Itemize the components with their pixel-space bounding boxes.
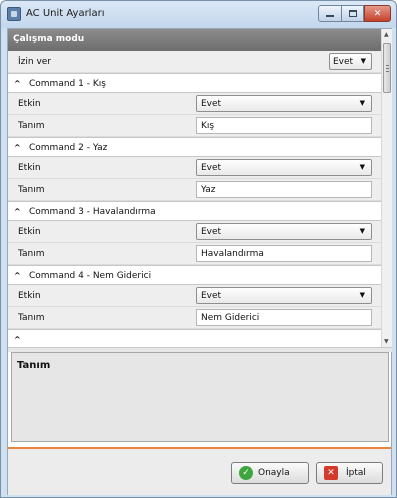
name-row: Tanım Nem Giderici (8, 307, 381, 329)
name-value: Yaz (201, 185, 216, 195)
category-label: Çalışma modu (13, 34, 85, 44)
maximize-button[interactable] (342, 5, 364, 22)
dialog-window: AC Unit Ayarları ✕ Çalışma modu İzin ver… (0, 0, 397, 498)
enabled-label: Etkin (18, 99, 41, 109)
group-header-partial[interactable]: ^ (8, 329, 381, 347)
chevron-down-icon: ▼ (359, 99, 365, 107)
title-bar[interactable]: AC Unit Ayarları ✕ (1, 1, 396, 28)
ok-button[interactable]: ✓ Onayla (231, 462, 309, 484)
enabled-row: Etkin Evet ▼ (8, 221, 381, 243)
group-title: Command 2 - Yaz (29, 143, 108, 153)
enabled-select[interactable]: Evet ▼ (196, 223, 372, 240)
permission-select[interactable]: Evet ▼ (329, 53, 372, 70)
name-input[interactable]: Kış (196, 117, 372, 134)
close-icon: ✕ (373, 8, 382, 19)
name-value: Kış (201, 121, 215, 131)
group-title: Command 4 - Nem Giderici (29, 271, 152, 281)
cancel-button-label: İptal (346, 468, 366, 478)
enabled-value: Evet (201, 163, 222, 173)
chevron-down-icon: ▼ (359, 227, 365, 235)
enabled-row: Etkin Evet ▼ (8, 93, 381, 115)
collapse-caret-icon: ^ (14, 271, 21, 280)
enabled-label: Etkin (18, 291, 41, 301)
dialog-client-area: Çalışma modu İzin ver Evet ▼ ^ Command 1 … (7, 28, 392, 495)
group-title: Command 3 - Havalandırma (29, 207, 156, 217)
enabled-label: Etkin (18, 227, 41, 237)
name-input[interactable]: Yaz (196, 181, 372, 198)
permission-label: İzin ver (18, 57, 52, 67)
close-button[interactable]: ✕ (364, 5, 391, 22)
group-header-command-2[interactable]: ^ Command 2 - Yaz (8, 137, 381, 157)
group-header-command-1[interactable]: ^ Command 1 - Kış (8, 73, 381, 93)
dialog-footer: ✓ Onayla ✕ İptal (8, 447, 391, 495)
enabled-value: Evet (201, 227, 222, 237)
group-header-command-3[interactable]: ^ Command 3 - Havalandırma (8, 201, 381, 221)
enabled-row: Etkin Evet ▼ (8, 157, 381, 179)
enabled-value: Evet (201, 99, 222, 109)
enabled-value: Evet (201, 291, 222, 301)
enabled-label: Etkin (18, 163, 41, 173)
enabled-row: Etkin Evet ▼ (8, 285, 381, 307)
permission-row: İzin ver Evet ▼ (8, 51, 381, 73)
cancel-button[interactable]: ✕ İptal (316, 462, 383, 484)
ok-button-label: Onayla (258, 468, 290, 478)
collapse-caret-icon: ^ (14, 143, 21, 152)
scroll-down-icon[interactable]: ▼ (384, 338, 389, 345)
minimize-icon (326, 15, 334, 17)
description-panel: Tanım (11, 352, 389, 442)
grip-line (386, 71, 389, 72)
enabled-select[interactable]: Evet ▼ (196, 287, 372, 304)
name-row: Tanım Havalandırma (8, 243, 381, 265)
chevron-down-icon: ▼ (359, 163, 365, 171)
cancel-icon: ✕ (324, 466, 338, 480)
name-label: Tanım (18, 185, 45, 195)
collapse-caret-icon: ^ (14, 79, 21, 88)
window-title: AC Unit Ayarları (26, 8, 105, 19)
name-value: Nem Giderici (201, 313, 260, 323)
name-input[interactable]: Havalandırma (196, 245, 372, 262)
group-title: Command 1 - Kış (29, 79, 106, 89)
enabled-select[interactable]: Evet ▼ (196, 95, 372, 112)
name-label: Tanım (18, 121, 45, 131)
name-label: Tanım (18, 249, 45, 259)
name-input[interactable]: Nem Giderici (196, 309, 372, 326)
name-label: Tanım (18, 313, 45, 323)
minimize-button[interactable] (318, 5, 342, 22)
maximize-icon (348, 10, 357, 17)
checkmark-icon: ✓ (239, 466, 253, 480)
chevron-down-icon: ▼ (359, 291, 365, 299)
scroll-up-icon[interactable]: ▲ (384, 31, 389, 38)
property-grid: Çalışma modu İzin ver Evet ▼ ^ Command 1 … (8, 29, 381, 347)
name-row: Tanım Kış (8, 115, 381, 137)
collapse-caret-icon: ^ (14, 335, 21, 344)
scrollbar-thumb[interactable] (383, 43, 391, 93)
category-header: Çalışma modu (8, 29, 381, 51)
name-value: Havalandırma (201, 249, 264, 259)
grip-line (386, 68, 389, 69)
collapse-caret-icon: ^ (14, 207, 21, 216)
app-icon (7, 7, 21, 21)
grip-line (386, 65, 389, 66)
enabled-select[interactable]: Evet ▼ (196, 159, 372, 176)
chevron-down-icon: ▼ (360, 57, 366, 65)
name-row: Tanım Yaz (8, 179, 381, 201)
description-title: Tanım (17, 360, 51, 371)
accent-divider (8, 447, 391, 449)
group-header-command-4[interactable]: ^ Command 4 - Nem Giderici (8, 265, 381, 285)
permission-value: Evet (333, 57, 354, 67)
vertical-scrollbar[interactable]: ▲ ▼ (381, 29, 392, 347)
